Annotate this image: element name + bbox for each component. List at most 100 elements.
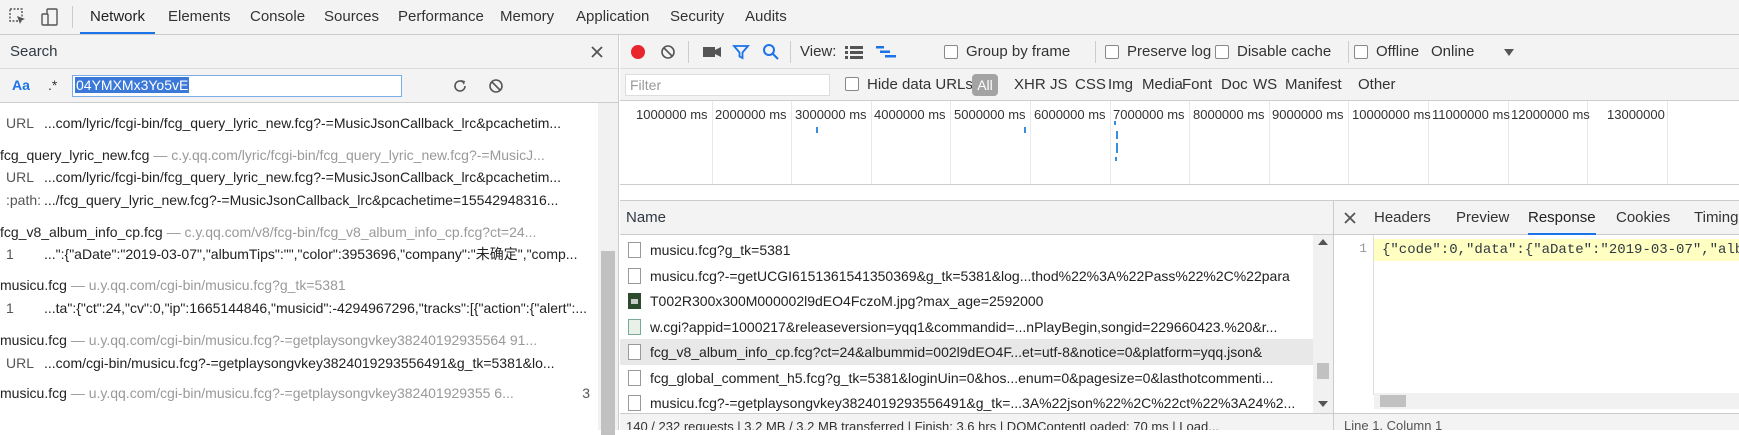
tab-sources[interactable]: Sources xyxy=(314,0,389,34)
result-file-url: — u.y.qq.com/cgi-bin/musicu.fcg?-=getpla… xyxy=(70,385,514,401)
document-icon xyxy=(628,242,641,258)
result-file-url: — c.y.qq.com/v8/fcg-bin/fcg_v8_album_inf… xyxy=(166,224,537,240)
filter-input[interactable]: Filter xyxy=(625,74,830,96)
result-match-line[interactable]: 1 ...":{"aDate":"2019-03-07","albumTips":… xyxy=(0,241,598,267)
filter-type-xhr[interactable]: XHR xyxy=(1014,69,1046,101)
match-label: 1 xyxy=(6,246,14,262)
filter-type-js[interactable]: JS xyxy=(1050,69,1068,101)
result-file-name: fcg_v8_album_info_cp.fcg xyxy=(0,224,163,240)
timeline-gridline xyxy=(1030,101,1031,184)
request-row[interactable]: T002R300x300M000002l9dEO4FczoM.jpg?max_a… xyxy=(620,288,1313,314)
timeline-tick-label: 13000000 xyxy=(1607,107,1665,122)
timeline-overview[interactable]: 1000000 ms 2000000 ms 3000000 ms 4000000 ms… xyxy=(620,101,1739,185)
close-icon[interactable] xyxy=(590,45,604,59)
tab-network[interactable]: Network xyxy=(80,0,156,34)
detail-tab-timing[interactable]: Timing xyxy=(1694,201,1738,235)
scroll-down-icon[interactable] xyxy=(1318,401,1328,407)
filter-type-img[interactable]: Img xyxy=(1108,69,1133,101)
search-scrollbar[interactable] xyxy=(598,103,618,435)
search-scroll-thumb[interactable] xyxy=(601,251,615,435)
tab-security[interactable]: Security xyxy=(660,0,734,34)
preserve-log-checkbox[interactable] xyxy=(1105,45,1119,59)
offline-checkbox[interactable] xyxy=(1354,45,1368,59)
detail-tab-preview[interactable]: Preview xyxy=(1456,201,1509,235)
match-label: URL xyxy=(6,355,35,371)
large-rows-icon[interactable] xyxy=(845,45,863,59)
request-name: T002R300x300M000002l9dEO4FczoM.jpg?max_a… xyxy=(650,293,1044,309)
detail-tab-headers[interactable]: Headers xyxy=(1374,201,1431,235)
device-toolbar-icon[interactable] xyxy=(40,7,60,27)
overview-waterfall-icon[interactable] xyxy=(876,45,896,59)
request-row[interactable]: w.cgi?appid=1000217&releaseversion=yqq1&… xyxy=(620,314,1313,340)
inspect-element-icon[interactable] xyxy=(8,7,28,27)
filter-type-font[interactable]: Font xyxy=(1182,69,1212,101)
search-pane: Search Aa .* 04YMXMx3Yo5vE URL ...com/lyr… xyxy=(0,35,619,435)
clear-icon[interactable] xyxy=(488,78,504,94)
filter-type-other[interactable]: Other xyxy=(1358,69,1396,101)
search-icon[interactable] xyxy=(762,43,780,61)
tab-performance[interactable]: Performance xyxy=(388,0,494,34)
regex-toggle[interactable]: .* xyxy=(48,77,57,93)
request-row[interactable]: fcg_v8_album_info_cp.fcg?ct=24&albummid=… xyxy=(620,339,1313,365)
screenshot-camera-icon[interactable] xyxy=(702,44,722,60)
refresh-icon[interactable] xyxy=(452,78,468,94)
tab-elements[interactable]: Elements xyxy=(158,0,241,34)
clear-log-icon[interactable] xyxy=(660,44,676,60)
timeline-tick-label: 6000000 ms xyxy=(1034,107,1106,122)
request-row[interactable]: musicu.fcg?-=getplaysongvkey382401929355… xyxy=(620,390,1313,413)
result-match-line[interactable]: URL ...com/lyric/fcgi-bin/fcg_query_lyric… xyxy=(0,110,598,136)
timeline-request-bar xyxy=(1115,157,1117,161)
tab-memory[interactable]: Memory xyxy=(490,0,564,34)
devtools-tab-bar: Network Elements Console Sources Performance… xyxy=(0,0,1739,35)
result-file-group[interactable]: musicu.fcg — u.y.qq.com/cgi-bin/musicu.f… xyxy=(0,380,598,406)
name-column-header[interactable]: Name xyxy=(626,209,666,226)
tab-console[interactable]: Console xyxy=(240,0,315,34)
result-match-line[interactable]: 1 ...ta":{"ct":24,"cv":0,"ip":1665144846,… xyxy=(0,295,598,321)
request-row[interactable]: musicu.fcg?-=getUCGI6151361541350369&g_t… xyxy=(620,263,1313,289)
match-text: ...ta":{"ct":24,"cv":0,"ip":1665144846,"… xyxy=(44,300,588,316)
line-number: 1 xyxy=(1359,241,1367,256)
request-name: musicu.fcg?-=getUCGI6151361541350369&g_t… xyxy=(650,267,1290,284)
document-icon xyxy=(628,344,641,360)
timeline-gridline xyxy=(1189,101,1190,184)
match-text: ...":{"aDate":"2019-03-07","albumTips":"… xyxy=(44,246,578,262)
result-file-name: fcg_query_lyric_new.fcg xyxy=(0,147,150,163)
tab-audits[interactable]: Audits xyxy=(735,0,797,34)
filter-type-doc[interactable]: Doc xyxy=(1221,69,1248,101)
chevron-down-icon[interactable] xyxy=(1504,49,1514,56)
offline-label: Offline xyxy=(1376,43,1420,60)
group-by-frame-checkbox[interactable] xyxy=(944,45,958,59)
document-icon xyxy=(628,395,641,411)
filter-type-css[interactable]: CSS xyxy=(1075,69,1106,101)
timeline-tick-label: 11000000 ms xyxy=(1432,107,1510,122)
hide-data-urls-checkbox[interactable] xyxy=(845,77,859,91)
scroll-up-icon[interactable] xyxy=(1318,239,1328,245)
search-input[interactable]: 04YMXMx3Yo5vE xyxy=(72,75,402,97)
request-row[interactable]: musicu.fcg?g_tk=5381 xyxy=(620,237,1313,263)
throttle-select[interactable]: Online xyxy=(1431,35,1474,69)
timeline-gridline xyxy=(712,101,713,184)
result-match-line[interactable]: :path: .../fcg_query_lyric_new.fcg?-=Musi… xyxy=(0,187,598,213)
filter-all-button[interactable]: All xyxy=(972,74,998,96)
detail-tab-response[interactable]: Response xyxy=(1528,201,1596,235)
close-icon[interactable] xyxy=(1344,212,1356,224)
timeline-tick-label: 4000000 ms xyxy=(874,107,946,122)
filter-type-manifest[interactable]: Manifest xyxy=(1285,69,1342,101)
record-icon[interactable] xyxy=(630,44,646,60)
response-hscroll-thumb[interactable] xyxy=(1380,395,1406,407)
request-row[interactable]: fcg_global_comment_h5.fcg?g_tk=5381&logi… xyxy=(620,365,1313,391)
view-label: View: xyxy=(800,43,837,60)
requests-scroll-thumb[interactable] xyxy=(1317,363,1329,379)
filter-icon[interactable] xyxy=(732,43,750,61)
requests-scrollbar[interactable] xyxy=(1313,235,1333,413)
match-case-toggle[interactable]: Aa xyxy=(12,77,30,93)
response-code-line[interactable]: {"code":0,"data":{"aDate":"2019-03-07","… xyxy=(1374,239,1739,261)
tab-application[interactable]: Application xyxy=(566,0,659,34)
response-hscrollbar[interactable] xyxy=(1374,393,1739,409)
detail-tab-cookies[interactable]: Cookies xyxy=(1616,201,1670,235)
disable-cache-checkbox[interactable] xyxy=(1215,45,1229,59)
filter-type-media[interactable]: Media xyxy=(1142,69,1183,101)
result-match-line[interactable]: URL ...com/cgi-bin/musicu.fcg?-=getplayso… xyxy=(0,350,598,376)
filter-type-ws[interactable]: WS xyxy=(1253,69,1277,101)
disable-cache-label: Disable cache xyxy=(1237,43,1332,60)
